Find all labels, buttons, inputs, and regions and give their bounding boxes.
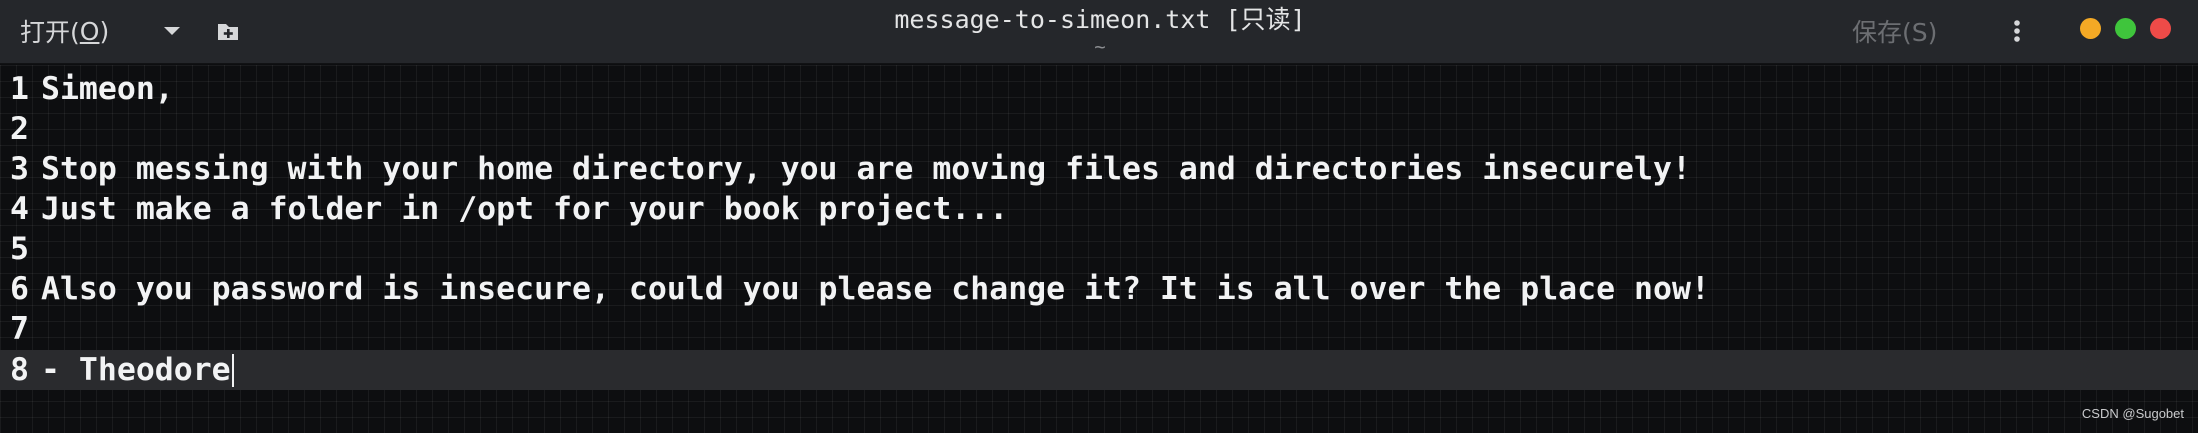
- save-button[interactable]: 保存(S): [1842, 8, 1947, 54]
- watermark: CSDN @Sugobet: [2081, 406, 2184, 421]
- new-document-button[interactable]: [206, 10, 250, 52]
- line-text: Simeon,: [41, 71, 174, 107]
- window-controls: [2080, 18, 2171, 42]
- line-number: 4: [10, 191, 29, 227]
- line-number: 8: [10, 352, 29, 388]
- open-button-mnemonic: O: [79, 16, 100, 46]
- vertical-ellipsis-icon: [2014, 20, 2020, 42]
- editor-line: 7: [0, 309, 2198, 349]
- line-number: 6: [10, 271, 29, 307]
- new-document-icon: [218, 24, 238, 40]
- line-number: 2: [10, 111, 29, 147]
- window-title: message-to-simeon.txt [只读]: [894, 5, 1306, 34]
- open-button-label-prefix: 打开(: [20, 18, 80, 47]
- chevron-down-icon: [164, 27, 180, 35]
- close-button[interactable]: [2150, 18, 2171, 39]
- header-bar: 打开(O) message-to-simeon.txt [只读] ~ 保存(S): [0, 0, 2198, 64]
- text-cursor: [232, 354, 234, 387]
- window-title-area: message-to-simeon.txt [只读] ~: [700, 2, 1500, 60]
- open-button[interactable]: 打开(O): [8, 8, 121, 54]
- minimize-button[interactable]: [2080, 18, 2101, 39]
- maximize-button[interactable]: [2115, 18, 2136, 39]
- editor-line: 4 Just make a folder in /opt for your bo…: [0, 189, 2198, 229]
- line-text: Also you password is insecure, could you…: [41, 271, 1710, 307]
- editor-line-current: 8 - Theodore: [0, 350, 2198, 390]
- text-editor-window: 打开(O) message-to-simeon.txt [只读] ~ 保存(S): [0, 0, 2198, 433]
- editor-line: 1 Simeon,: [0, 69, 2198, 109]
- recent-files-dropdown-button[interactable]: [152, 10, 192, 52]
- line-number: 7: [10, 311, 29, 347]
- editor-line: 3 Stop messing with your home directory,…: [0, 149, 2198, 189]
- line-number: 3: [10, 151, 29, 187]
- editor-line: 2: [0, 109, 2198, 149]
- line-text: Just make a folder in /opt for your book…: [41, 191, 1009, 227]
- line-text: - Theodore: [41, 352, 231, 388]
- editor-line: 6 Also you password is insecure, could y…: [0, 269, 2198, 309]
- line-number: 1: [10, 71, 29, 107]
- open-button-label-suffix: ): [99, 16, 110, 46]
- editor-line: 5: [0, 229, 2198, 269]
- line-text: Stop messing with your home directory, y…: [41, 151, 1691, 187]
- line-number: 5: [10, 231, 29, 267]
- window-subtitle: ~: [1094, 36, 1106, 58]
- main-menu-button[interactable]: [1995, 10, 2039, 52]
- text-editor-area[interactable]: 1 Simeon, 2 3 Stop messing with your hom…: [0, 65, 2198, 433]
